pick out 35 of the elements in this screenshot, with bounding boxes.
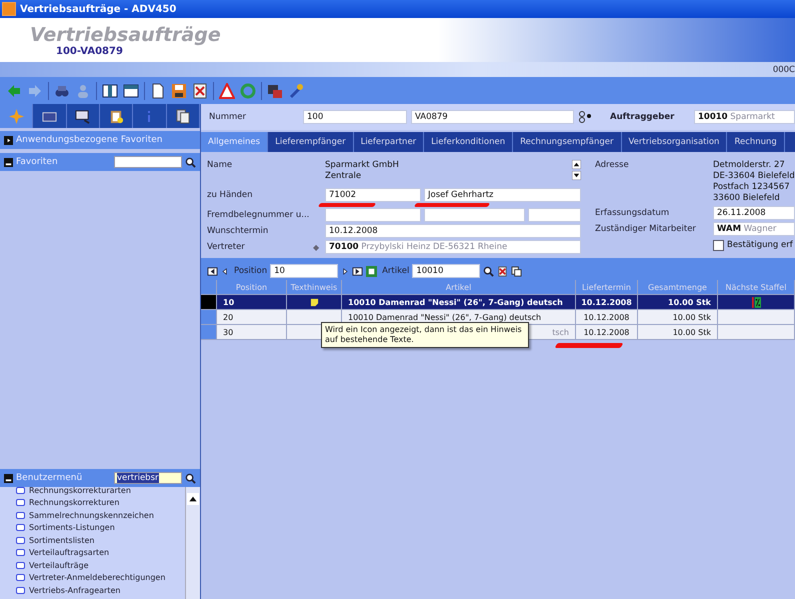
table-cell: 10.00 Stk [638, 310, 718, 324]
field-label: Vertreter [207, 242, 246, 252]
field-label: Adresse [595, 160, 630, 170]
table-cell: 20 [217, 310, 287, 324]
field-label: Nummer [209, 112, 248, 122]
tooltip: Wird ein Icon angezeigt, dann ist das ein Hinweis auf bestehende Texte. [321, 322, 529, 348]
address-line: DE-33604 Bielefeld [713, 171, 795, 182]
table-cell: 10.00 Stk [638, 295, 718, 309]
table-cell: 30 [217, 325, 287, 339]
field-label: zu Händen [207, 190, 254, 200]
status-code: 000C [772, 64, 795, 74]
table-cell: 10.12.2008 [576, 325, 638, 339]
window-title: Vertriebsaufträge - ADV450 [20, 4, 176, 14]
address-line: Postfach 1234567 [713, 182, 791, 193]
table-cell: 10.00 Stk [638, 325, 718, 339]
required-marker: ◆ [313, 242, 320, 252]
table-cell: 10010 Damenrad "Nessi" (26", 7-Gang) deutsch [342, 295, 576, 309]
table-cell: 10.12.2008 [576, 295, 638, 309]
table-cell: 10.12.2008 [576, 310, 638, 324]
table-cell: 10 [217, 295, 287, 309]
field-label: Erfassungsdatum [595, 208, 670, 218]
field-label: Auftraggeber [610, 112, 676, 122]
name-line: Zentrale [325, 171, 362, 182]
record-id: 100-VA0879 [55, 46, 124, 57]
field-label: Fremdbelegnummer u... [207, 210, 310, 220]
address-line: 33600 Bielefeld [713, 193, 781, 204]
checkbox-label: Bestätigung erf [727, 240, 793, 250]
field-label: Position [234, 266, 268, 276]
name-line: Sparmarkt GmbH [325, 160, 400, 171]
field-label: Wunschtermin [207, 226, 270, 236]
page-title: Vertriebsaufträge [30, 24, 222, 46]
address-line: Detmolderstr. 27 [713, 160, 786, 171]
field-label: Zuständiger Mitarbeiter [595, 224, 697, 234]
field-label: Artikel [382, 266, 410, 276]
field-label: Name [207, 160, 234, 170]
